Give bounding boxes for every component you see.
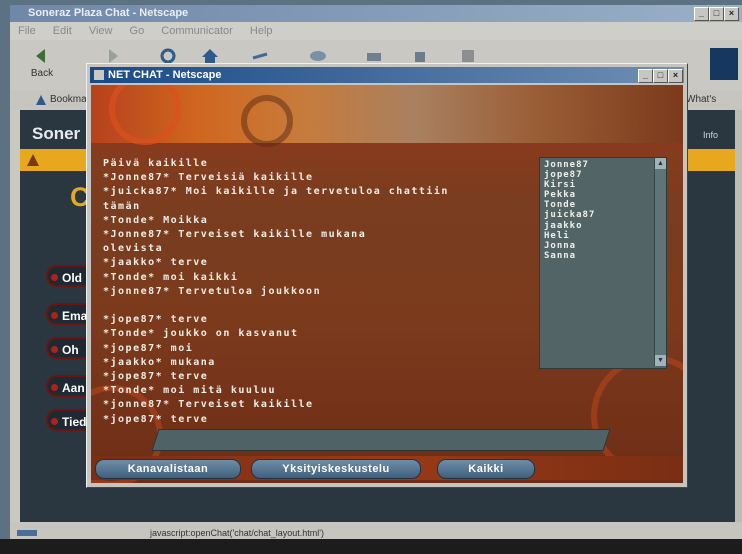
chat-message: Päivä kaikille — [103, 158, 209, 169]
chat-body: Päivä kaikille *Jonne87* Terveisiä kaiki… — [91, 85, 683, 483]
chat-banner — [91, 85, 683, 147]
page-scrollbar[interactable] — [735, 110, 742, 522]
user-list-item[interactable]: Jonna — [544, 241, 595, 251]
user-list-item[interactable]: Jonne87 — [544, 160, 595, 170]
chat-title-bar: NET CHAT - Netscape _ □ × — [90, 67, 684, 83]
menu-communicator[interactable]: Communicator — [161, 25, 233, 37]
user-list-item[interactable]: Heli — [544, 231, 595, 241]
chat-message: *Tonde* moi kaikki — [103, 271, 239, 283]
banner-decoration — [241, 95, 293, 147]
bookmark-icon — [36, 95, 46, 105]
all-button[interactable]: Kaikki — [437, 459, 535, 479]
user-list-item[interactable]: jope87 — [544, 170, 595, 180]
channel-list-button[interactable]: Kanavalistaan — [95, 459, 241, 479]
chat-message-list[interactable]: Päivä kaikille *Jonne87* Terveisiä kaiki… — [103, 157, 533, 425]
chat-message: *Jonne87* Terveiset kaikille mukana — [103, 229, 367, 241]
scroll-down-icon[interactable]: ▼ — [655, 355, 666, 366]
menu-edit[interactable]: Edit — [53, 25, 72, 37]
chat-maximize-icon[interactable]: □ — [653, 69, 668, 83]
user-list-item[interactable]: juicka87 — [544, 210, 595, 220]
connection-icon — [17, 530, 37, 536]
chat-message: *jope87* terve — [103, 371, 209, 383]
site-info-label: Info — [703, 130, 719, 140]
user-list-item[interactable]: Pekka — [544, 190, 595, 200]
chat-button-row: Kanavalistaan Yksityiskeskustelu Kaikki — [91, 456, 683, 480]
user-list-items: Jonne87 jope87 Kirsi Pekka Tonde juicka8… — [544, 160, 595, 261]
browser-menubar: File Edit View Go Communicator Help — [10, 22, 742, 40]
back-arrow-icon — [36, 49, 45, 63]
chat-message: *jope87* moi — [103, 342, 194, 354]
warning-icon — [27, 154, 39, 166]
browser-title-bar: Soneraz Plaza Chat - Netscape _ □ × — [10, 5, 742, 22]
chat-message: *jope87* terve — [103, 413, 209, 425]
user-list-scrollbar[interactable]: ▲ ▼ — [654, 158, 666, 366]
site-brand: Soner — [32, 124, 81, 143]
menu-help[interactable]: Help — [250, 25, 273, 37]
chat-message — [103, 299, 533, 313]
chat-close-icon[interactable]: × — [668, 69, 683, 83]
chat-message: *jaakko* terve — [103, 257, 209, 269]
banner-decoration — [109, 85, 181, 145]
chat-message: olevista — [103, 243, 164, 255]
user-list-item[interactable]: Kirsi — [544, 180, 595, 190]
scroll-up-icon[interactable]: ▲ — [655, 158, 666, 169]
back-label: Back — [30, 68, 54, 79]
close-icon[interactable]: × — [724, 7, 739, 21]
maximize-icon[interactable]: □ — [709, 7, 724, 21]
chat-message: *jope87* terve — [103, 314, 209, 326]
chat-window: NET CHAT - Netscape _ □ × Päivä kaikille… — [86, 63, 688, 488]
chat-message: tämän — [103, 200, 141, 212]
site-nav-strip — [703, 149, 735, 171]
browser-title: Soneraz Plaza Chat - Netscape — [28, 7, 189, 19]
chat-message: *Tonde* Moikka — [103, 214, 209, 226]
user-list-item[interactable]: Tonde — [544, 200, 595, 210]
chat-message: *juicka87* Moi kaikille ja tervetuloa ch… — [103, 186, 449, 198]
chat-message: *jonne87* Terveiset kaikille — [103, 399, 314, 411]
menu-view[interactable]: View — [89, 25, 113, 37]
message-input[interactable] — [151, 429, 611, 451]
window-icon — [94, 70, 104, 80]
chat-window-title: NET CHAT - Netscape — [108, 69, 222, 81]
chat-minimize-icon[interactable]: _ — [638, 69, 653, 83]
user-list[interactable]: Jonne87 jope87 Kirsi Pekka Tonde juicka8… — [539, 157, 667, 369]
chat-message: *Jonne87* Terveisiä kaikille — [103, 172, 314, 184]
chat-message: *Tonde* joukko on kasvanut — [103, 328, 299, 340]
chat-message: *jaakko* mukana — [103, 356, 216, 368]
user-list-item[interactable]: jaakko — [544, 221, 595, 231]
menu-go[interactable]: Go — [130, 25, 145, 37]
menu-file[interactable]: File — [18, 25, 36, 37]
back-button[interactable]: Back — [24, 46, 60, 86]
chat-message: *jonne87* Tervetuloa joukkoon — [103, 285, 322, 297]
chat-message: *Tonde* moi mitä kuuluu — [103, 385, 276, 397]
private-chat-button[interactable]: Yksityiskeskustelu — [251, 459, 421, 479]
user-list-item[interactable]: Sanna — [544, 251, 595, 261]
taskbar — [0, 539, 742, 554]
minimize-icon[interactable]: _ — [694, 7, 709, 21]
netscape-logo-icon — [710, 48, 738, 80]
